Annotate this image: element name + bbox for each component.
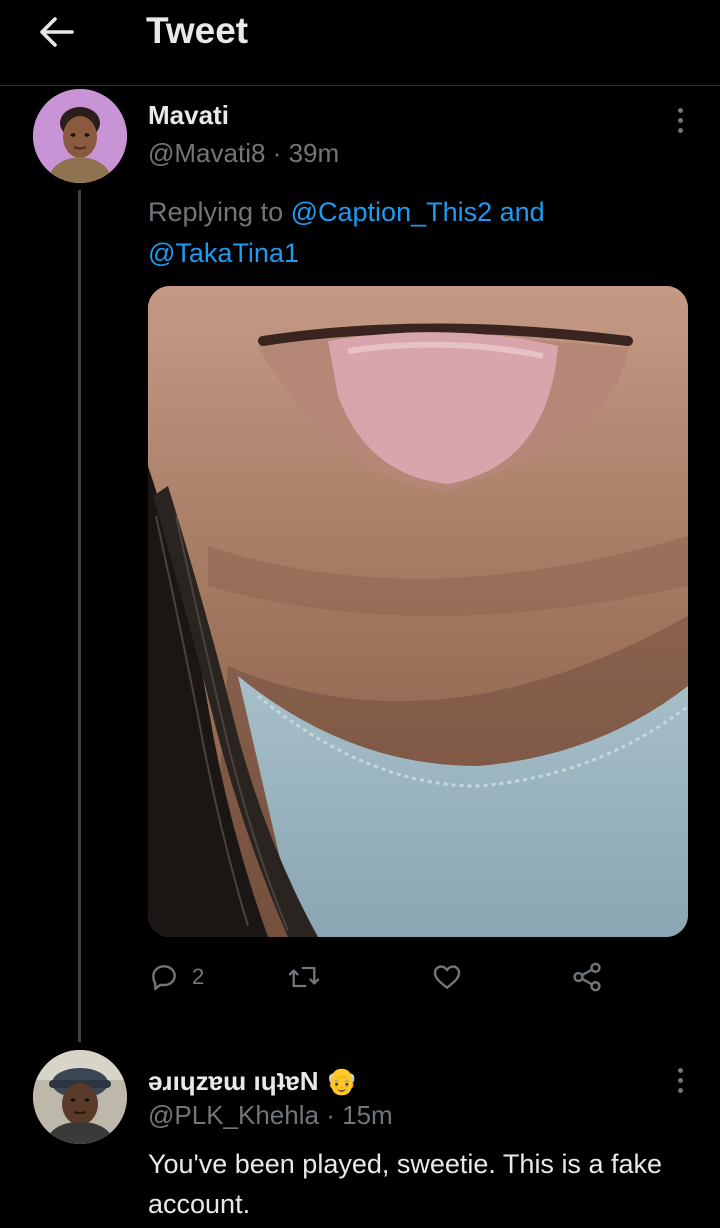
avatar[interactable] [33,89,127,183]
author-meta: @Mavati8 · 39m [148,138,339,169]
mention-link[interactable]: @Caption_This2 [291,197,493,227]
older-person-emoji: 👴 [325,1066,359,1096]
conjunction: and [499,197,545,227]
arrow-left-icon [40,17,74,47]
thread-connector-line [78,190,81,1042]
retweet-icon [288,966,320,988]
separator: · [272,138,282,168]
avatar-image [33,1050,127,1144]
mention-link[interactable]: @TakaTina1 [148,238,299,268]
tweet-time: 39m [288,138,340,168]
avatar[interactable] [33,1050,127,1144]
share-icon [573,962,601,992]
replying-to: Replying to @Caption_This2 and @TakaTina… [148,192,668,274]
top-bar: Tweet [0,0,720,86]
action-bar: 2 [148,955,688,999]
back-button[interactable] [34,12,78,52]
reply-icon [152,965,176,991]
author-name[interactable]: Mavati [148,100,229,131]
replying-prefix: Replying to [148,197,284,227]
reply-author-meta: @PLK_Khehla · 15m [148,1100,393,1131]
page-title: Tweet [146,10,249,51]
retweet-button[interactable] [286,955,322,999]
reply-author-name-row: ǝɹıɥzɐɯ ıɥʇɐN 👴 [148,1066,358,1097]
separator: · [326,1100,335,1130]
tweet-image[interactable] [148,286,688,937]
avatar-image [33,89,127,183]
reply-time: 15m [342,1100,393,1130]
like-button[interactable] [430,955,464,999]
more-icon [677,1067,683,1073]
reply-button[interactable]: 2 [148,955,204,999]
reply-author-handle[interactable]: @PLK_Khehla [148,1100,319,1130]
author-handle[interactable]: @Mavati8 [148,138,265,168]
more-options-button[interactable] [668,98,692,142]
reply-text: You've been played, sweetie. This is a f… [148,1149,662,1219]
more-icon [677,107,683,113]
reply-more-options-button[interactable] [668,1058,692,1102]
photo [148,286,688,937]
reply-count: 2 [192,964,205,989]
reply-author-name[interactable]: ǝɹıɥzɐɯ ıɥʇɐN [148,1066,319,1096]
like-icon [433,965,461,989]
share-button[interactable] [570,955,604,999]
